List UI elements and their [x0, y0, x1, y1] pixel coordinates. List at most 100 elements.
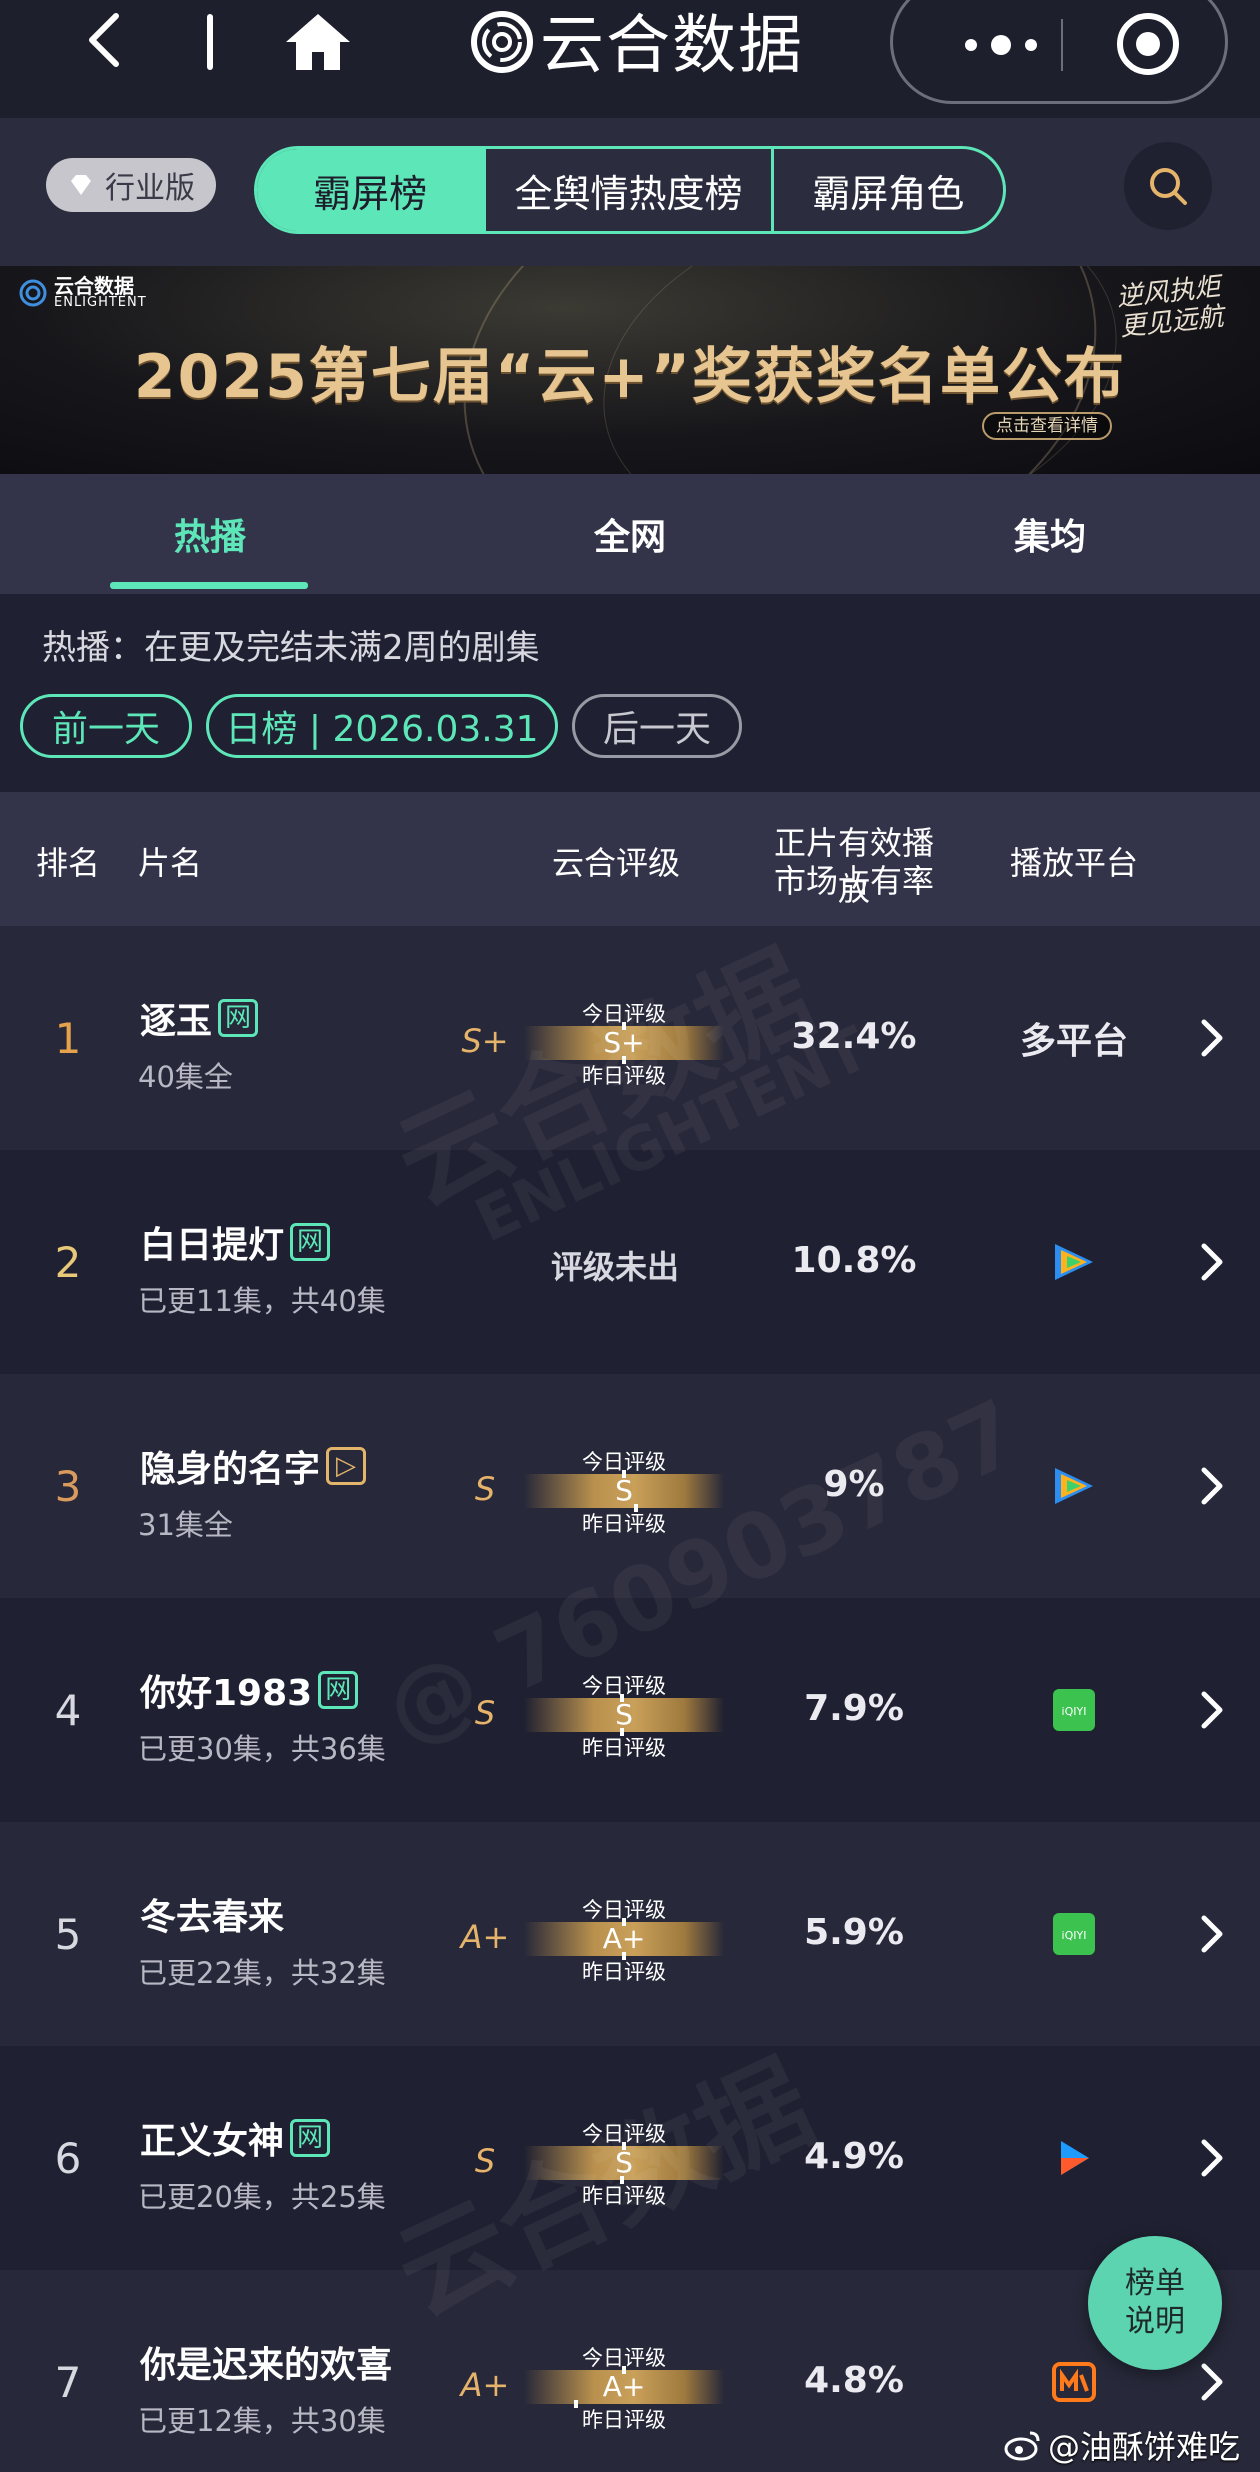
chevron-right-icon[interactable]: [1196, 2136, 1226, 2180]
platform-label: 多平台: [1019, 1021, 1128, 1062]
banner-brand-logo: 云合数据 ENLIGHTENT: [18, 276, 147, 310]
today-rating: A+: [602, 1922, 646, 1955]
search-icon: [1150, 168, 1187, 205]
drama-title: 正义女神: [140, 2121, 285, 2162]
row-rank: 6: [54, 2134, 82, 2183]
back-icon[interactable]: [78, 10, 138, 70]
ranking-row[interactable]: 5 冬去春来 已更22集，共32集 A+ 今日评级 A+ 昨日评级 5.9% iQIYI: [0, 1822, 1260, 2046]
more-icon[interactable]: [941, 5, 1061, 85]
chevron-right-icon[interactable]: [1196, 1464, 1226, 1508]
rating-gauge: 今日评级 A+ 昨日评级: [524, 1894, 724, 1984]
row-rank: 1: [54, 1014, 82, 1063]
yesterday-rating-label: 昨日评级: [582, 1960, 666, 1984]
rating-gauge: 今日评级 S+ 昨日评级: [524, 998, 724, 1088]
market-share: 10.8%: [791, 1240, 917, 1281]
today-rating-label: 今日评级: [582, 1674, 666, 1698]
category-tabs: 热播 全网 集均: [0, 474, 1260, 594]
today-marker: [622, 2366, 626, 2374]
rating-grade: A+: [460, 1918, 510, 1956]
iqiyi-icon: iQIYI: [1012, 1680, 1136, 1740]
ranking-row[interactable]: 4 你好1983 网已更30集，共36集 S 今日评级 S 昨日评级 7.9% iQIY…: [0, 1598, 1260, 1822]
rating-gauge: 今日评级 S 昨日评级: [524, 2118, 724, 2208]
drama-title: 你是迟来的欢喜: [140, 2345, 393, 2386]
chevron-right-icon[interactable]: [1196, 1912, 1226, 1956]
tab-hot[interactable]: 热播: [0, 474, 420, 594]
network-drama-tag: 网: [290, 1223, 331, 1261]
today-marker: [622, 1470, 626, 1478]
ranking-row[interactable]: 6 正义女神网已更20集，共25集 S 今日评级 S 昨日评级 4.9%: [0, 2046, 1260, 2270]
tab-all-network[interactable]: 全网: [420, 474, 840, 594]
today-marker: [622, 1918, 626, 1926]
row-rank: 2: [54, 1238, 82, 1287]
chevron-right-icon[interactable]: [1196, 2360, 1226, 2404]
close-target-icon[interactable]: [1115, 11, 1181, 77]
drama-title: 逐玉: [140, 1001, 213, 1042]
rating-gauge: 今日评级 S 昨日评级: [524, 1670, 724, 1760]
category-description: 热播：在更及完结未满2周的剧集: [42, 628, 540, 668]
iqiyi-icon: iQIYI: [1012, 1904, 1136, 1964]
promo-banner[interactable]: 云合数据 ENLIGHTENT 2025第七届“云+”奖获奖名单公布 逆风执炬 …: [0, 266, 1260, 474]
col-platform: 播放平台: [1010, 844, 1139, 882]
search-button[interactable]: [1124, 142, 1212, 230]
platform: 多平台: [1012, 1008, 1136, 1068]
home-icon[interactable]: [282, 10, 354, 74]
col-title: 片名: [138, 844, 203, 882]
yesterday-rating-label: 昨日评级: [582, 1512, 666, 1536]
episode-status: 已更30集，共36集: [138, 1732, 386, 1766]
today-rating: S: [615, 1698, 633, 1731]
row-rank: 3: [54, 1462, 82, 1511]
rating-grade: A+: [460, 2366, 510, 2404]
episode-status: 已更22集，共32集: [138, 1956, 386, 1990]
ranking-row[interactable]: 1 逐玉网 40集全 S+ 今日评级 S+ 昨日评级 32.4% 多平台: [0, 926, 1260, 1150]
credit-text: @油酥饼难吃: [1048, 2428, 1241, 2466]
next-day-button[interactable]: 后一天: [572, 694, 742, 758]
row-rank: 7: [54, 2358, 82, 2407]
ranking-explanation-button[interactable]: 榜单 说明: [1088, 2236, 1222, 2370]
app-title: 云合数据: [540, 9, 804, 83]
market-share: 9%: [823, 1464, 885, 1505]
ranking-row[interactable]: 3 隐身的名字 ▷ 31集全 S 今日评级 S 昨日评级 9%: [0, 1374, 1260, 1598]
chevron-right-icon[interactable]: [1196, 1016, 1226, 1060]
market-share: 5.9%: [804, 1912, 904, 1953]
date-selector[interactable]: 日榜 | 2026.03.31: [206, 694, 558, 758]
chevron-right-icon[interactable]: [1196, 1240, 1226, 1284]
network-drama-tag: 网: [218, 999, 259, 1037]
prev-day-button[interactable]: 前一天: [20, 694, 192, 758]
ranking-row[interactable]: 2 白日提灯网已更11集，共40集 评级未出 10.8%: [0, 1150, 1260, 1374]
market-share: 7.9%: [804, 1688, 904, 1729]
rating-pending: 评级未出: [550, 1248, 679, 1286]
tab-public-opinion[interactable]: 全舆情热度榜: [483, 149, 771, 231]
network-drama-tag: 网: [290, 2119, 331, 2157]
mango-tv-icon: [1012, 2352, 1136, 2412]
capsule-divider: [1061, 19, 1063, 71]
app-logo-icon: [470, 10, 534, 74]
rating-grade: S: [474, 1470, 496, 1508]
tab-episode-average[interactable]: 集均: [840, 474, 1260, 594]
chevron-right-icon[interactable]: [1196, 1688, 1226, 1732]
divider: [207, 14, 213, 70]
rating-gauge: 今日评级 A+ 昨日评级: [524, 2342, 724, 2432]
fab-line1: 榜单: [1125, 2266, 1185, 2301]
tab-dominance[interactable]: 霸屏榜: [257, 149, 484, 231]
banner-detail-button[interactable]: 点击查看详情: [982, 412, 1112, 440]
banner-brand: 云合数据: [54, 274, 134, 298]
tencent-video-icon: [1012, 1232, 1136, 1292]
market-share: 4.9%: [804, 2136, 904, 2177]
today-marker: [622, 2142, 626, 2150]
yesterday-rating-label: 昨日评级: [582, 1064, 666, 1088]
network-drama-tag: 网: [318, 1671, 359, 1709]
rating-grade: S+: [461, 1022, 509, 1060]
title-bar: 云合数据: [0, 0, 1260, 118]
episode-status: 31集全: [138, 1508, 233, 1542]
tab-roles[interactable]: 霸屏角色: [770, 149, 1003, 231]
col-share-line2: 市场占有率: [773, 862, 934, 900]
brand-logo-icon: [19, 279, 47, 307]
market-share: 4.8%: [804, 2360, 904, 2401]
mini-program-capsule: [890, 0, 1228, 104]
banner-title: 2025第七届“云+”奖获奖名单公布: [133, 342, 1127, 412]
drama-title: 白日提灯: [140, 1225, 285, 1266]
edition-badge[interactable]: 行业版: [46, 158, 216, 212]
drama-title: 隐身的名字: [140, 1449, 321, 1490]
today-rating: S: [615, 2146, 633, 2179]
row-title-line: 隐身的名字 ▷: [140, 1440, 367, 1492]
